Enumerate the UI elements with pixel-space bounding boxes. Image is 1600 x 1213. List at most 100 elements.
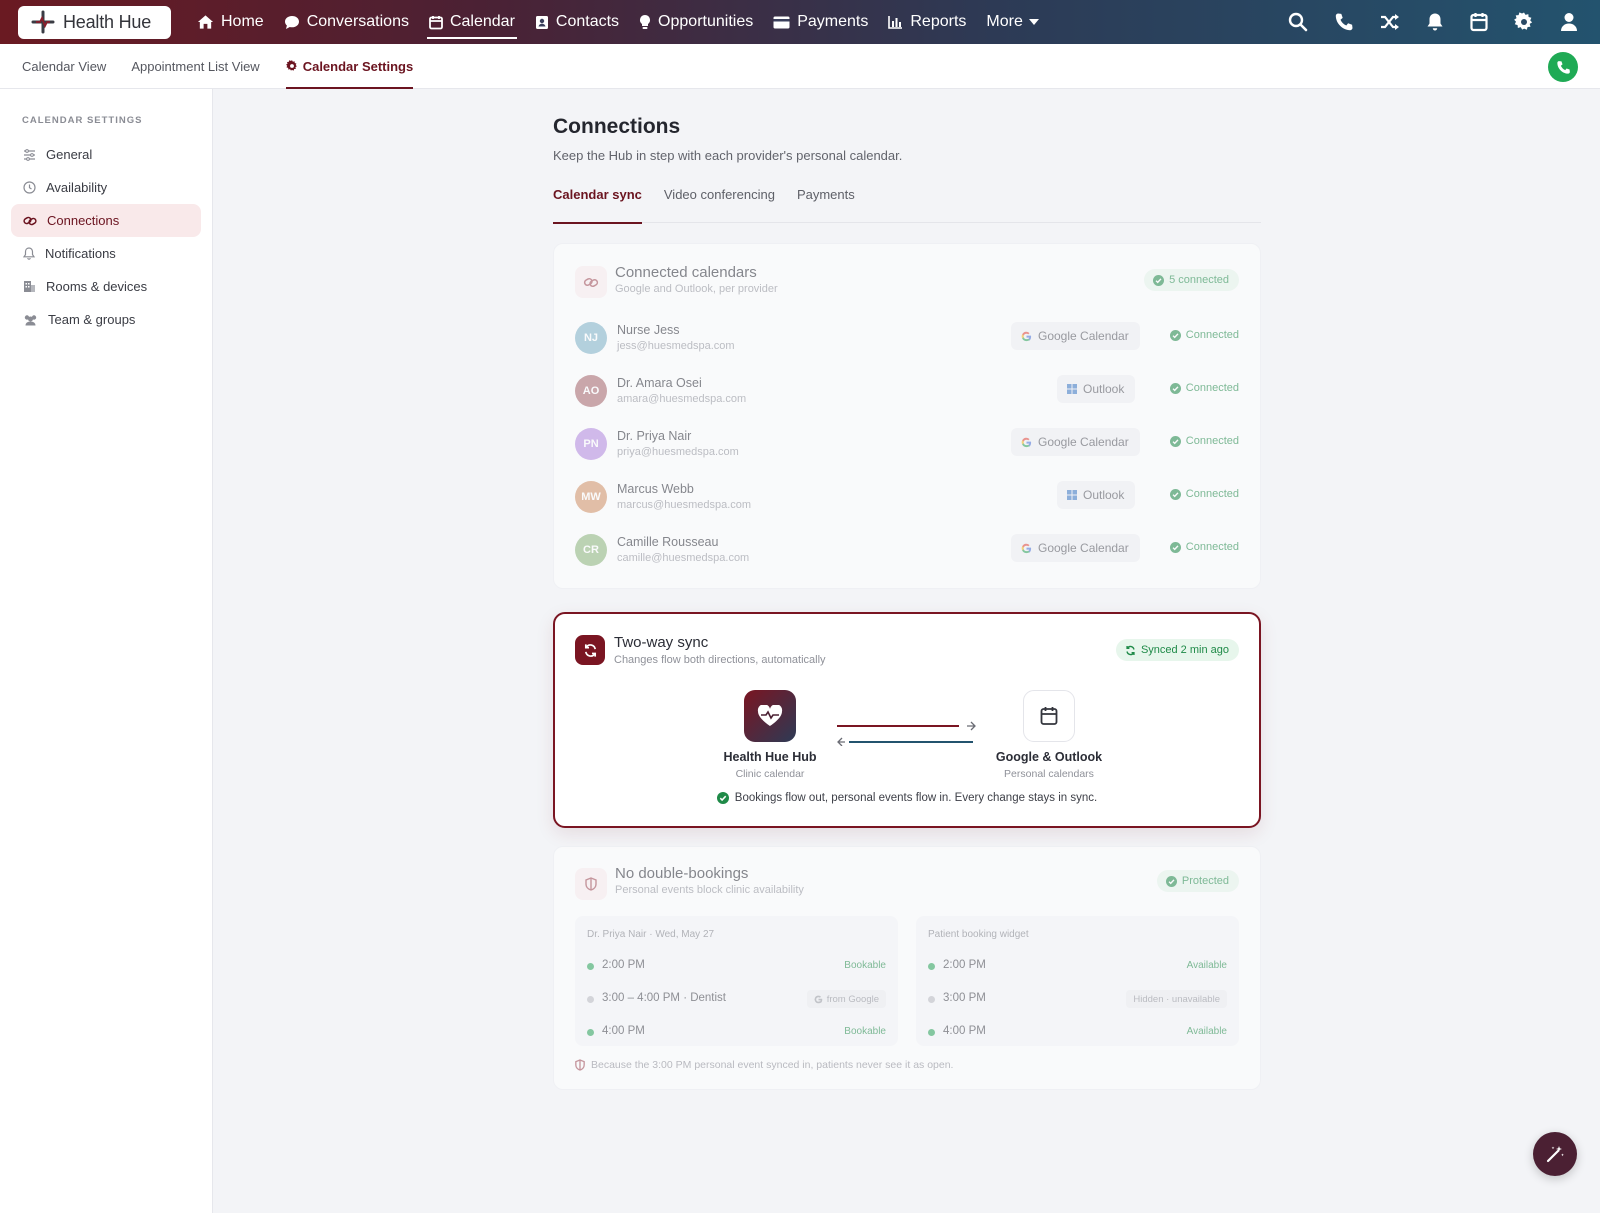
connection-status: Connected [1169, 488, 1239, 500]
shuffle-icon[interactable] [1380, 13, 1400, 31]
calendar-provider-chip[interactable]: Outlook [1057, 481, 1136, 509]
calendar-connection-row[interactable]: CR Camille Rousseau camille@huesmedspa.com… [554, 525, 1260, 578]
calendar-connection-row[interactable]: PN Dr. Priya Nair priya@huesmedspa.com Goog… [554, 419, 1260, 472]
nav-calendar[interactable]: Calendar [419, 0, 525, 44]
slot-time: 2:00 PM [943, 959, 986, 971]
sidebar-item-notifications[interactable]: Notifications [11, 237, 201, 270]
bell-icon [23, 247, 35, 260]
booking-widget-column: Patient booking widget 2:00 PM Available… [916, 916, 1239, 1046]
badge-text: Protected [1181, 875, 1229, 887]
calendar-provider-label: Google Calendar [1038, 435, 1129, 449]
brand-name: Health Hue [63, 11, 152, 32]
calendar-provider-chip[interactable]: Google Calendar [1011, 428, 1140, 456]
sidebar-item-availability[interactable]: Availability [11, 171, 201, 204]
sidebar-item-label: Availability [46, 180, 108, 195]
calendar-rows: NJ Nurse Jess jess@huesmedspa.com Google Ca… [554, 313, 1260, 578]
nav-more[interactable]: More [976, 0, 1048, 44]
calendar-icon[interactable] [1470, 12, 1488, 32]
heart-pulse-icon [757, 705, 783, 726]
nav-conversations-label: Conversations [306, 13, 409, 30]
nav-calendar-label: Calendar [449, 13, 515, 30]
nav-reports[interactable]: Reports [878, 0, 976, 44]
calendar-connection-row[interactable]: MW Marcus Webb marcus@huesmedspa.com Outloo… [554, 472, 1260, 525]
user-icon[interactable] [1560, 12, 1578, 32]
sync-arrows-icon [837, 721, 976, 746]
sidebar-item-connections[interactable]: Connections [11, 204, 201, 237]
nav-payments-label: Payments [797, 13, 869, 30]
widget-slot: 2:00 PM Available [916, 950, 1239, 983]
sidebar-item-label: Connections [47, 213, 120, 228]
tab-calendar-view[interactable]: Calendar View [22, 44, 106, 89]
slot-time: 4:00 PM [943, 1025, 986, 1037]
widget-slot: 4:00 PM Available [916, 1016, 1239, 1049]
tab-payments[interactable]: Payments [797, 185, 855, 223]
windows-icon [1067, 490, 1077, 500]
gear-icon[interactable] [1514, 12, 1534, 32]
calendar-icon [429, 15, 443, 29]
phone-icon[interactable] [1334, 12, 1354, 32]
tab-appointment-list-view[interactable]: Appointment List View [131, 44, 259, 89]
connection-status: Connected [1169, 329, 1239, 341]
shield-icon [575, 868, 607, 900]
connected-count-badge: 5 connected [1144, 269, 1239, 291]
magic-wand-icon [1546, 1146, 1564, 1163]
bell-icon[interactable] [1426, 12, 1444, 32]
sidebar-item-rooms-devices[interactable]: Rooms & devices [11, 270, 201, 303]
external-node-name: Google & Outlook [995, 750, 1103, 764]
calendar-connection-row[interactable]: NJ Nurse Jess jess@huesmedspa.com Google Ca… [554, 313, 1260, 366]
main-nav: Home Conversations Calendar Contacts Opp… [187, 0, 1049, 44]
calendar-provider-chip[interactable]: Outlook [1057, 375, 1136, 403]
column-heading: Patient booking widget [928, 929, 1029, 940]
tab-calendar-sync[interactable]: Calendar sync [553, 185, 642, 224]
card-subtitle: Personal events block clinic availabilit… [615, 884, 804, 896]
phone-icon [1556, 60, 1570, 74]
sidebar-item-label: Team & groups [48, 312, 136, 327]
nav-reports-label: Reports [910, 13, 967, 30]
calendar-provider-chip[interactable]: Google Calendar [1011, 534, 1140, 562]
home-icon [197, 15, 214, 29]
protected-badge: Protected [1156, 870, 1239, 892]
sidebar-item-team-groups[interactable]: Team & groups [11, 303, 201, 336]
footnote-text: Because the 3:00 PM personal event synce… [591, 1059, 954, 1071]
chat-icon [284, 15, 299, 29]
check-circle-icon [1169, 488, 1181, 500]
nav-conversations[interactable]: Conversations [274, 0, 419, 44]
check-circle-icon [1165, 875, 1177, 887]
tab-calendar-settings[interactable]: Calendar Settings [285, 44, 413, 89]
nav-opportunities-label: Opportunities [658, 13, 754, 30]
settings-sidebar: CALENDAR SETTINGS General Availability C… [0, 89, 213, 1213]
refresh-icon [1126, 645, 1135, 655]
widget-slot: 3:00 PM Hidden · unavailable [916, 983, 1239, 1016]
slot-tag: Hidden · unavailable [1126, 990, 1227, 1008]
nav-more-label: More [986, 13, 1023, 30]
sidebar-item-general[interactable]: General [11, 138, 201, 171]
slot-tag: Bookable [844, 960, 886, 971]
provider-name: Dr. Priya Nair [617, 429, 692, 443]
check-circle-icon [716, 792, 729, 804]
nav-contacts[interactable]: Contacts [525, 0, 629, 44]
card-title: Two-way sync [614, 634, 709, 651]
brand-logo[interactable]: Health Hue [18, 5, 171, 39]
calendar-connection-row[interactable]: AO Dr. Amara Osei amara@huesmedspa.com Outl… [554, 366, 1260, 419]
tab-video-conferencing[interactable]: Video conferencing [664, 185, 775, 223]
avatar: CR [575, 534, 607, 566]
provider-name: Marcus Webb [617, 482, 694, 496]
sync-icon [575, 635, 605, 665]
sync-note: Bookings flow out, personal events flow … [555, 792, 1259, 804]
check-circle-icon [1169, 382, 1181, 394]
google-icon [814, 995, 822, 1003]
call-button[interactable] [1548, 52, 1578, 82]
search-icon[interactable] [1288, 12, 1308, 32]
ai-assistant-button[interactable] [1533, 1132, 1577, 1176]
nav-opportunities[interactable]: Opportunities [629, 0, 763, 44]
blocked-dot [587, 996, 594, 1003]
card-header: No double-bookings Personal events block… [554, 847, 1260, 911]
card-header: Two-way sync Changes flow both direction… [555, 614, 1259, 678]
check-circle-icon [1153, 274, 1165, 286]
top-navbar: Health Hue Home Conversations Calendar C… [0, 0, 1600, 44]
nav-home[interactable]: Home [187, 0, 274, 44]
nav-payments[interactable]: Payments [763, 0, 878, 44]
shield-icon [575, 1059, 585, 1071]
calendar-provider-chip[interactable]: Google Calendar [1011, 322, 1140, 350]
avatar: NJ [575, 322, 607, 354]
